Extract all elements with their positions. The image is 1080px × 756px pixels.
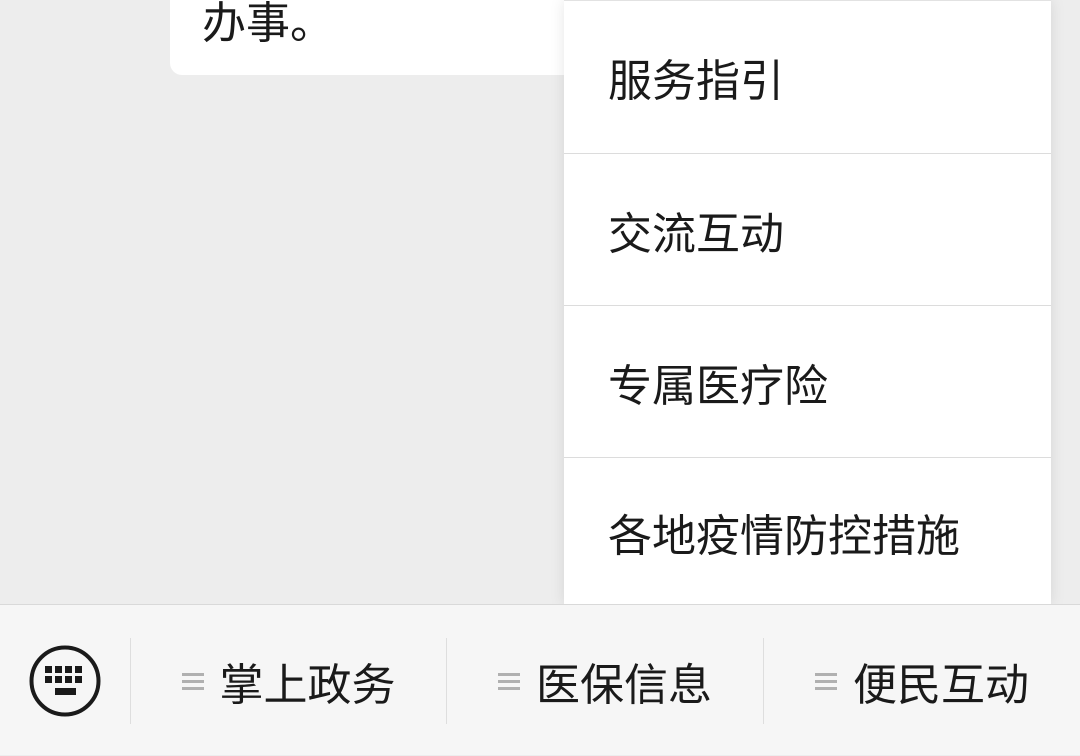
tab-label: 掌上政务 [219,659,396,711]
menu-lines-icon [815,672,837,690]
menu-item-epidemic-measures[interactable]: 各地疫情防控措施 [564,458,1051,605]
keyboard-icon [29,645,101,717]
menu-item-label: 服务指引 [608,56,784,107]
menu-item-service-guide[interactable]: 服务指引 [564,1,1051,153]
message-text: 办事。 [202,0,334,49]
menu-item-medical-insurance[interactable]: 专属医疗险 [564,306,1051,457]
tab-label: 便民互动 [853,659,1029,711]
menu-item-interaction[interactable]: 交流互动 [564,154,1051,305]
keyboard-toggle-button[interactable] [29,645,101,717]
menu-item-label: 专属医疗险 [608,360,828,412]
menu-item-label: 交流互动 [608,208,784,260]
menu-lines-icon [181,672,204,690]
bottom-menu-bar: 掌上政务 医保信息 便民互动 [0,604,1080,755]
menu-lines-icon [498,672,520,690]
message-bubble[interactable]: 办事。 [170,0,590,75]
tab-public-interaction[interactable]: 便民互动 [764,605,1080,756]
menu-item-label: 各地疫情防控措施 [608,510,960,562]
tab-medical-info[interactable]: 医保信息 [447,605,763,756]
tab-label: 医保信息 [536,659,712,711]
tab-gov-affairs[interactable]: 掌上政务 [131,605,446,756]
submenu-popup: 服务指引 交流互动 专属医疗险 各地疫情防控措施 [564,0,1051,605]
